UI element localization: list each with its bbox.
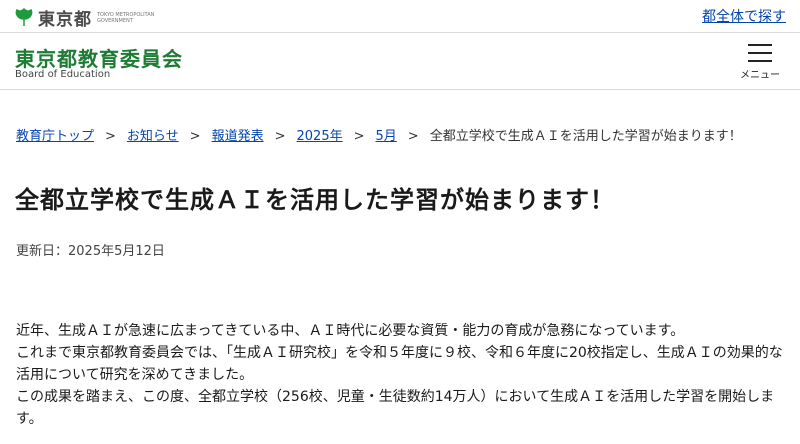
ginkgo-leaf-icon — [15, 7, 33, 26]
chevron-right-icon: > — [353, 129, 365, 144]
updated-date: 更新日：2025年5月12日 — [16, 244, 165, 259]
chevron-right-icon: > — [274, 129, 286, 144]
article-paragraph: 近年、生成ＡＩが急速に広まってきている中、ＡＩ時代に必要な資質・能力の育成が急務… — [16, 323, 685, 339]
breadcrumb-current: 全都立学校で生成ＡＩを活用した学習が始まります！ — [429, 129, 742, 144]
menu-label: メニュー — [740, 70, 780, 81]
breadcrumb-link-top[interactable]: 教育庁トップ — [16, 129, 94, 144]
chevron-right-icon: > — [105, 129, 116, 144]
hamburger-icon — [748, 39, 772, 62]
tokyo-metropolitan-logo[interactable]: 東京都 TOKYO METROPOLITAN GOVERNMENT — [14, 5, 159, 30]
logo-subtext: TOKYO METROPOLITAN GOVERNMENT — [97, 11, 155, 24]
site-search-link[interactable]: 都全体で探す — [702, 6, 786, 26]
board-subtitle: Board of Education — [15, 69, 111, 80]
breadcrumb-link-press[interactable]: 報道発表 — [212, 129, 264, 144]
article-body: 近年、生成ＡＩが急速に広まってきている中、ＡＩ時代に必要な資質・能力の育成が急務… — [16, 320, 786, 430]
article-paragraph: この成果を踏まえ、この度、全都立学校（256校、児童・生徒数約14万人）において… — [16, 389, 775, 427]
logo-text: 東京都 — [38, 10, 92, 30]
chevron-right-icon: > — [407, 129, 419, 144]
board-title[interactable]: 東京都教育委員会 — [15, 43, 183, 72]
top-bar: 東京都 TOKYO METROPOLITAN GOVERNMENT 都全体で探す — [0, 0, 800, 33]
article-paragraph: これまで東京都教育委員会では、「生成ＡＩ研究校」を令和５年度に９校、令和６年度に… — [16, 345, 783, 383]
breadcrumb-link-year[interactable]: 2025年 — [297, 129, 343, 144]
breadcrumb-link-month[interactable]: 5月 — [376, 129, 397, 144]
breadcrumb-link-news[interactable]: お知らせ — [127, 129, 179, 144]
site-header: 東京都教育委員会 Board of Education メニュー — [0, 33, 800, 90]
menu-button[interactable]: メニュー — [738, 39, 782, 85]
breadcrumb: 教育庁トップ > お知らせ > 報道発表 >2025年 >5月 > 全都立学校で生成ＡＩを活用し… — [16, 125, 742, 144]
page-title: 全都立学校で生成ＡＩを活用した学習が始まります！ — [15, 186, 615, 214]
chevron-right-icon: > — [189, 129, 201, 144]
